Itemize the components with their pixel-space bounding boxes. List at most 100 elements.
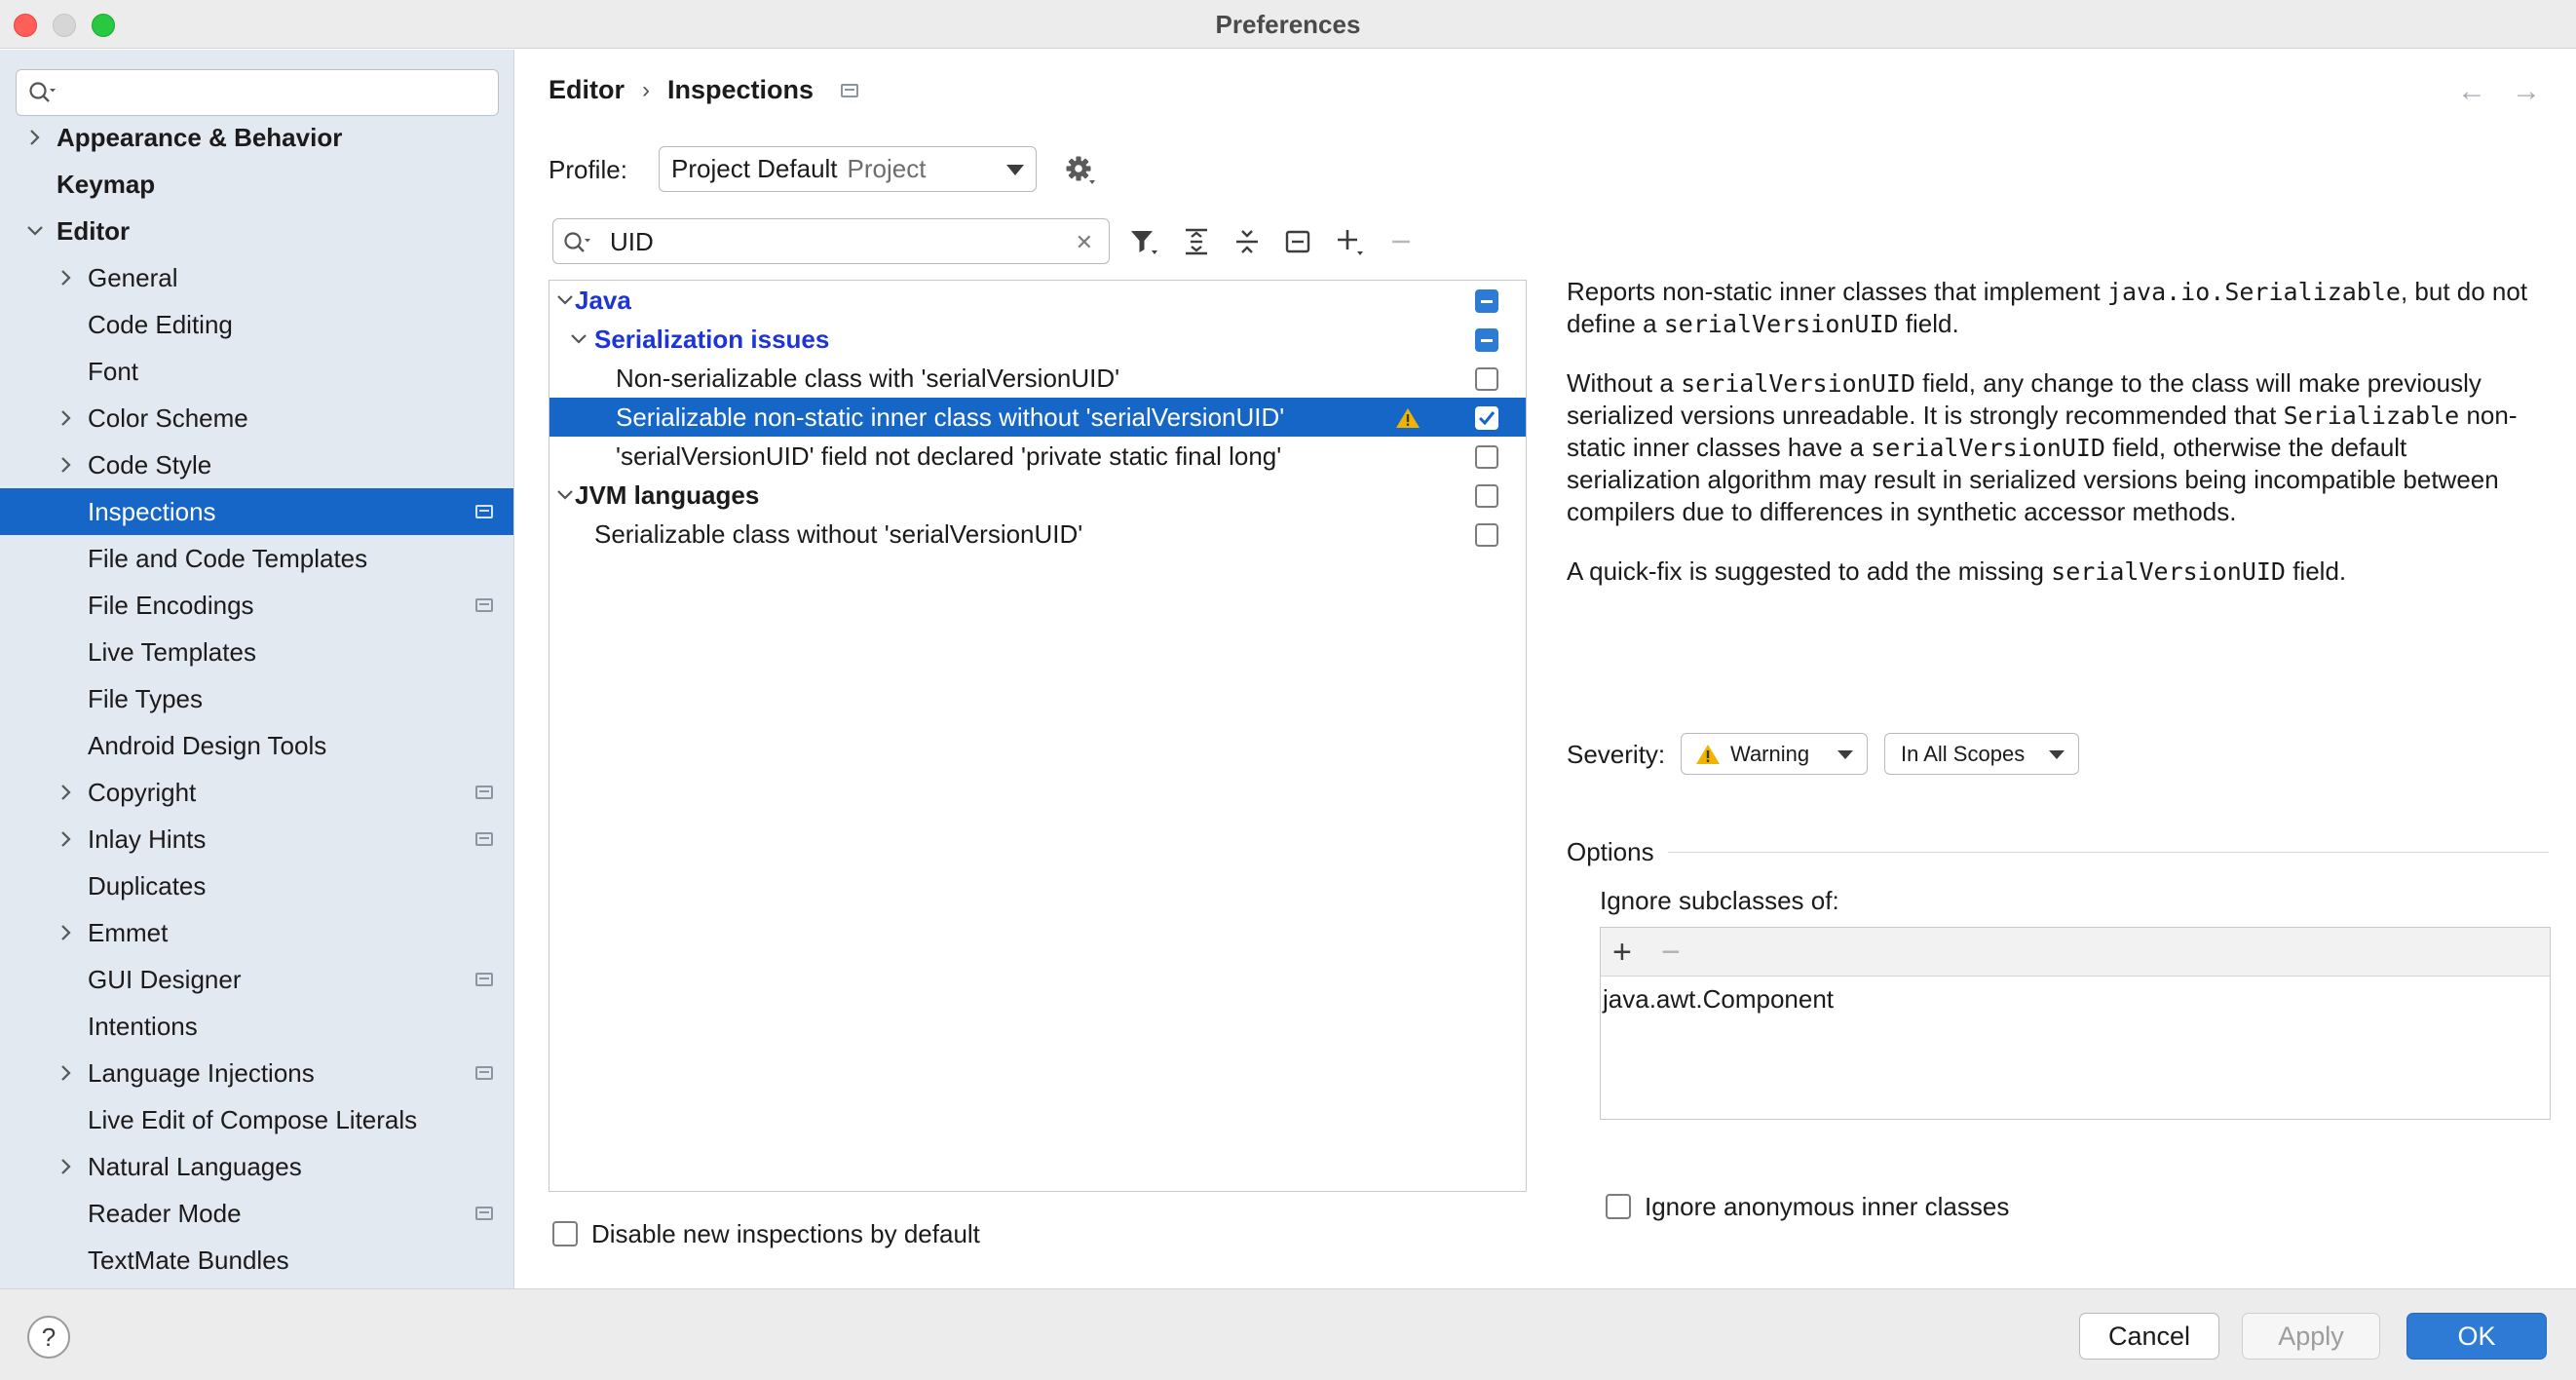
tree-item[interactable]: Non-serializable class with 'serialVersi… — [549, 359, 1526, 398]
disable-new-inspections-checkbox[interactable] — [552, 1221, 578, 1246]
chevron-right-icon[interactable] — [55, 816, 78, 862]
tree-item-selected[interactable]: Serializable non-static inner class with… — [549, 398, 1526, 437]
chevron-right-icon[interactable] — [55, 395, 78, 441]
inspection-checkbox[interactable] — [1475, 484, 1498, 508]
tree-label: JVM languages — [575, 480, 760, 510]
clear-search-icon[interactable]: ✕ — [1076, 230, 1093, 255]
sidebar-item-file-and-code-templates[interactable]: File and Code Templates — [0, 535, 513, 582]
remove-class-button[interactable]: − — [1661, 934, 1681, 971]
chevron-right-icon[interactable] — [55, 769, 78, 816]
project-scope-icon — [841, 83, 859, 97]
chevron-down-icon[interactable] — [553, 281, 577, 320]
project-scope-icon — [475, 598, 493, 612]
ignore-anonymous-checkbox[interactable] — [1606, 1194, 1631, 1219]
expand-all-icon[interactable] — [1180, 225, 1213, 258]
add-class-button[interactable]: + — [1612, 934, 1632, 971]
chevron-down-icon[interactable] — [553, 476, 577, 515]
sidebar-item-live-edit-of-compose-literals[interactable]: Live Edit of Compose Literals — [0, 1096, 513, 1143]
apply-button[interactable]: Apply — [2242, 1313, 2380, 1360]
chevron-down-icon — [2049, 750, 2065, 759]
sidebar-item-copyright[interactable]: Copyright — [0, 769, 513, 816]
forward-arrow-icon[interactable]: → — [2512, 75, 2541, 108]
chevron-down-icon — [1837, 750, 1853, 759]
sidebar-item-intentions[interactable]: Intentions — [0, 1003, 513, 1050]
tree-group-jvm-languages[interactable]: JVM languages — [549, 476, 1526, 515]
chevron-right-icon[interactable] — [55, 1050, 78, 1096]
chevron-right-icon[interactable] — [55, 909, 78, 956]
sidebar-item-android-design-tools[interactable]: Android Design Tools — [0, 722, 513, 769]
scope-dropdown[interactable]: In All Scopes — [1884, 733, 2079, 775]
profile-value: Project Default — [671, 154, 838, 183]
sidebar-item-font[interactable]: Font — [0, 348, 513, 395]
project-scope-icon — [475, 832, 493, 846]
inspection-search-field[interactable]: ✕ — [552, 218, 1110, 264]
sidebar-item-language-injections[interactable]: Language Injections — [0, 1050, 513, 1096]
sidebar-item-label: Natural Languages — [88, 1152, 302, 1181]
window-title: Preferences — [1215, 10, 1361, 39]
tree-group-serialization-issues[interactable]: Serialization issues — [549, 320, 1526, 359]
description-paragraph: A quick-fix is suggested to add the miss… — [1567, 556, 2347, 586]
sidebar-item-textmate-bundles[interactable]: TextMate Bundles — [0, 1237, 513, 1284]
sidebar-item-label: Editor — [57, 216, 131, 246]
sidebar-item-inspections[interactable]: Inspections — [0, 488, 513, 535]
chevron-right-icon[interactable] — [23, 114, 47, 161]
chevron-right-icon[interactable] — [55, 254, 78, 301]
inspection-checkbox[interactable] — [1475, 445, 1498, 469]
ok-button[interactable]: OK — [2406, 1313, 2547, 1360]
breadcrumb-editor[interactable]: Editor — [549, 75, 625, 105]
sidebar-item-emmet[interactable]: Emmet — [0, 909, 513, 956]
ignore-anonymous-option[interactable]: Ignore anonymous inner classes — [1606, 1192, 2009, 1221]
severity-dropdown[interactable]: Warning — [1681, 733, 1868, 775]
inspection-search-input[interactable] — [610, 225, 1039, 258]
breadcrumb: Editor › Inspections — [549, 75, 859, 105]
chevron-down-icon[interactable] — [567, 320, 590, 359]
sidebar-item-label: Inlay Hints — [88, 824, 207, 854]
remove-inspection-icon[interactable] — [1384, 225, 1418, 258]
search-icon — [564, 232, 590, 252]
sidebar-item-duplicates[interactable]: Duplicates — [0, 862, 513, 909]
chevron-down-icon[interactable] — [23, 208, 47, 254]
sidebar-item-label: Intentions — [88, 1012, 198, 1041]
sidebar-item-keymap[interactable]: Keymap — [0, 161, 513, 208]
sidebar-item-file-types[interactable]: File Types — [0, 675, 513, 722]
chevron-right-icon[interactable] — [55, 441, 78, 488]
filter-icon[interactable] — [1127, 225, 1160, 258]
list-item[interactable]: java.awt.Component — [1603, 984, 1834, 1015]
cancel-button[interactable]: Cancel — [2079, 1313, 2219, 1360]
reset-to-default-icon[interactable] — [1281, 225, 1314, 258]
inspection-checkbox[interactable] — [1475, 328, 1498, 352]
sidebar-item-code-style[interactable]: Code Style — [0, 441, 513, 488]
project-scope-icon — [475, 973, 493, 986]
profile-dropdown[interactable]: Project Default Project — [659, 146, 1037, 192]
tree-group-java[interactable]: Java — [549, 281, 1526, 320]
back-arrow-icon[interactable]: ← — [2457, 75, 2486, 108]
sidebar-item-appearance-behavior[interactable]: Appearance & Behavior — [0, 114, 513, 161]
help-button[interactable]: ? — [27, 1316, 70, 1359]
inspection-checkbox[interactable] — [1475, 367, 1498, 391]
sidebar-item-live-templates[interactable]: Live Templates — [0, 629, 513, 675]
settings-search-input[interactable] — [16, 69, 499, 116]
sidebar-item-general[interactable]: General — [0, 254, 513, 301]
chevron-right-icon[interactable] — [55, 1143, 78, 1190]
sidebar-item-reader-mode[interactable]: Reader Mode — [0, 1190, 513, 1237]
scope-value: In All Scopes — [1901, 742, 2026, 766]
sidebar-item-gui-designer[interactable]: GUI Designer — [0, 956, 513, 1003]
sidebar-item-code-editing[interactable]: Code Editing — [0, 301, 513, 348]
inspection-checkbox[interactable] — [1475, 289, 1498, 313]
add-inspection-icon[interactable] — [1334, 225, 1367, 258]
inspection-checkbox[interactable] — [1475, 406, 1498, 430]
tree-item[interactable]: Serializable class without 'serialVersio… — [549, 515, 1526, 554]
sidebar-item-editor[interactable]: Editor — [0, 208, 513, 254]
gear-icon[interactable] — [1065, 155, 1098, 186]
tree-label: Serialization issues — [594, 325, 830, 354]
sidebar-item-file-encodings[interactable]: File Encodings — [0, 582, 513, 629]
sidebar-item-label: File Types — [88, 684, 204, 713]
collapse-all-icon[interactable] — [1231, 225, 1264, 258]
inspection-checkbox[interactable] — [1475, 523, 1498, 547]
sidebar-item-natural-languages[interactable]: Natural Languages — [0, 1143, 513, 1190]
sidebar-item-color-scheme[interactable]: Color Scheme — [0, 395, 513, 441]
profile-scope: Project — [847, 154, 927, 183]
sidebar-item-inlay-hints[interactable]: Inlay Hints — [0, 816, 513, 862]
disable-new-inspections-option[interactable]: Disable new inspections by default — [552, 1219, 980, 1248]
tree-item[interactable]: 'serialVersionUID' field not declared 'p… — [549, 437, 1526, 476]
